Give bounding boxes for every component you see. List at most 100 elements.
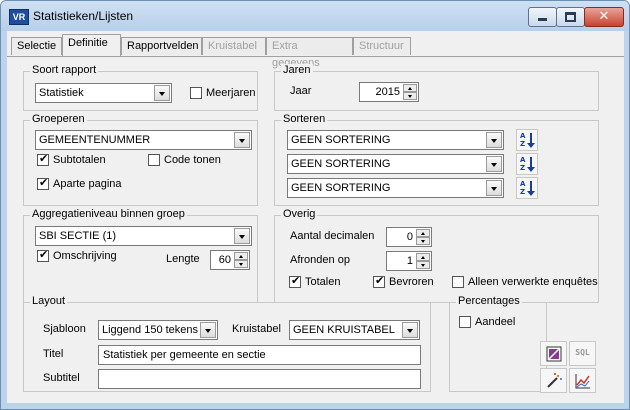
overig-group: Overig Aantal decimalen 0 Afronden op 1 … bbox=[274, 208, 599, 303]
sjabloon-select[interactable]: Liggend 150 tekens bbox=[98, 320, 218, 340]
jaren-group: Jaren Jaar 2015 bbox=[274, 64, 599, 111]
chevron-down-icon[interactable] bbox=[234, 228, 250, 244]
meerjaren-checkbox[interactable]: Meerjaren bbox=[190, 87, 256, 101]
code-tonen-checkbox[interactable]: Code tonen bbox=[148, 154, 238, 168]
aggregatie-value: SBI SECTIE (1) bbox=[39, 230, 117, 242]
spin-down-icon[interactable] bbox=[403, 92, 417, 100]
kruistabel-value: GEEN KRUISTABEL bbox=[293, 324, 395, 336]
sorteren-group: Sorteren GEEN SORTERING AZ GEEN SORTERIN… bbox=[274, 113, 599, 206]
decimalen-stepper[interactable]: 0 bbox=[386, 227, 432, 247]
groeperen-legend: Groeperen bbox=[30, 113, 87, 125]
checkbox-box[interactable] bbox=[190, 87, 202, 99]
aparte-pagina-checkbox[interactable]: ✔ Aparte pagina bbox=[37, 176, 137, 192]
chevron-down-icon[interactable] bbox=[234, 132, 250, 148]
bevroren-checkbox[interactable]: ✔ Bevroren bbox=[373, 274, 445, 290]
titel-input[interactable]: Statistiek per gemeente en sectie bbox=[98, 345, 421, 365]
sort-direction-button-1[interactable]: AZ bbox=[516, 129, 538, 151]
layout-legend: Layout bbox=[30, 295, 68, 307]
jaren-legend: Jaren bbox=[281, 64, 313, 76]
spin-down-icon[interactable] bbox=[234, 260, 248, 268]
chevron-down-icon[interactable] bbox=[154, 85, 170, 101]
decimalen-value: 0 bbox=[406, 231, 413, 243]
sort-direction-button-3[interactable]: AZ bbox=[516, 177, 538, 199]
groeperen-select[interactable]: GEMEENTENUMMER bbox=[35, 130, 252, 150]
jaar-stepper[interactable]: 2015 bbox=[359, 82, 419, 102]
app-logo-icon: VR bbox=[9, 9, 29, 25]
sorteren-value: GEEN SORTERING bbox=[291, 182, 391, 194]
checkbox-box[interactable]: ✔ bbox=[37, 152, 49, 166]
sorteren-select-1[interactable]: GEEN SORTERING bbox=[287, 130, 504, 150]
maximize-button[interactable] bbox=[556, 7, 585, 27]
omschrijving-checkbox[interactable]: ✔ Omschrijving bbox=[37, 248, 127, 264]
chevron-down-icon[interactable] bbox=[402, 322, 418, 338]
tab-kruistabel[interactable]: Kruistabel bbox=[202, 37, 266, 55]
decimalen-label: Aantal decimalen bbox=[290, 230, 375, 242]
sorteren-select-2[interactable]: GEEN SORTERING bbox=[287, 154, 504, 174]
sort-direction-button-2[interactable]: AZ bbox=[516, 153, 538, 175]
report-preview-icon bbox=[546, 346, 562, 362]
percentages-legend: Percentages bbox=[456, 295, 522, 307]
subtitel-label: Subtitel bbox=[43, 372, 80, 384]
window-title: Statistieken/Lijsten bbox=[33, 9, 134, 23]
soort-rapport-select[interactable]: Statistiek bbox=[35, 83, 172, 103]
subtitel-input[interactable] bbox=[98, 369, 421, 389]
subtotalen-checkbox[interactable]: ✔ Subtotalen bbox=[37, 152, 137, 168]
report-preview-button[interactable] bbox=[540, 341, 567, 366]
afronden-label: Afronden op bbox=[290, 254, 350, 266]
alleen-verwerkt-checkbox[interactable]: Alleen verwerkte enquêtes bbox=[452, 276, 598, 290]
maximize-icon bbox=[565, 12, 576, 22]
spin-down-icon[interactable] bbox=[416, 237, 430, 245]
checkbox-box[interactable]: ✔ bbox=[37, 176, 49, 190]
totalen-checkbox[interactable]: ✔ Totalen bbox=[289, 274, 359, 290]
checkbox-box[interactable]: ✔ bbox=[289, 274, 301, 288]
checkbox-box[interactable] bbox=[452, 276, 464, 288]
checkbox-box[interactable] bbox=[459, 316, 471, 328]
spin-up-icon[interactable] bbox=[403, 84, 417, 92]
checkbox-box[interactable] bbox=[148, 154, 160, 166]
sjabloon-value: Liggend 150 tekens bbox=[102, 324, 199, 336]
spin-down-icon[interactable] bbox=[416, 261, 430, 269]
titel-label: Titel bbox=[43, 348, 64, 360]
sql-icon: SQL bbox=[575, 348, 590, 357]
magic-wand-button[interactable] bbox=[540, 368, 567, 393]
sql-button[interactable]: SQL bbox=[569, 341, 596, 366]
chevron-down-icon[interactable] bbox=[486, 180, 502, 196]
aparte-pagina-label: Aparte pagina bbox=[53, 178, 122, 190]
chart-button[interactable] bbox=[569, 368, 596, 393]
kruistabel-label: Kruistabel bbox=[232, 323, 281, 335]
chart-icon bbox=[575, 374, 590, 389]
aandeel-checkbox[interactable]: Aandeel bbox=[459, 316, 529, 330]
aggregatie-select[interactable]: SBI SECTIE (1) bbox=[35, 226, 252, 246]
sorteren-select-3[interactable]: GEEN SORTERING bbox=[287, 178, 504, 198]
title-bar[interactable]: VR Statistieken/Lijsten ✕ bbox=[1, 1, 629, 31]
lengte-value: 60 bbox=[218, 254, 231, 266]
tab-selectie[interactable]: Selectie bbox=[11, 37, 62, 55]
jaar-value: 2015 bbox=[375, 86, 400, 98]
tab-definitie[interactable]: Definitie bbox=[62, 34, 121, 56]
lengte-stepper[interactable]: 60 bbox=[210, 250, 250, 270]
chevron-down-icon[interactable] bbox=[200, 322, 216, 338]
spin-up-icon[interactable] bbox=[234, 252, 248, 260]
close-button[interactable]: ✕ bbox=[584, 7, 624, 27]
meerjaren-label: Meerjaren bbox=[206, 87, 256, 99]
checkbox-box[interactable]: ✔ bbox=[37, 248, 49, 262]
alleen-verwerkt-label: Alleen verwerkte enquêtes bbox=[468, 276, 598, 288]
dialog-body: Selectie Definitie Rapportvelden Kruista… bbox=[7, 31, 624, 403]
chevron-down-icon[interactable] bbox=[486, 132, 502, 148]
checkbox-box[interactable]: ✔ bbox=[373, 274, 385, 288]
minimize-button[interactable] bbox=[528, 7, 557, 27]
tab-rapportvelden[interactable]: Rapportvelden bbox=[121, 37, 202, 55]
jaar-label: Jaar bbox=[290, 85, 312, 97]
afronden-stepper[interactable]: 1 bbox=[386, 251, 432, 271]
kruistabel-select[interactable]: GEEN KRUISTABEL bbox=[289, 320, 420, 340]
sort-az-icon: AZ bbox=[520, 180, 526, 196]
tab-divider bbox=[7, 56, 624, 57]
tab-structuur[interactable]: Structuur bbox=[353, 37, 411, 55]
groeperen-value: GEMEENTENUMMER bbox=[39, 134, 151, 146]
checkmark-icon: ✔ bbox=[39, 152, 49, 165]
chevron-down-icon[interactable] bbox=[486, 156, 502, 172]
tab-extra-gegevens[interactable]: Extra gegevens bbox=[266, 37, 353, 69]
spin-up-icon[interactable] bbox=[416, 229, 430, 237]
spin-up-icon[interactable] bbox=[416, 253, 430, 261]
afronden-value: 1 bbox=[406, 255, 413, 267]
